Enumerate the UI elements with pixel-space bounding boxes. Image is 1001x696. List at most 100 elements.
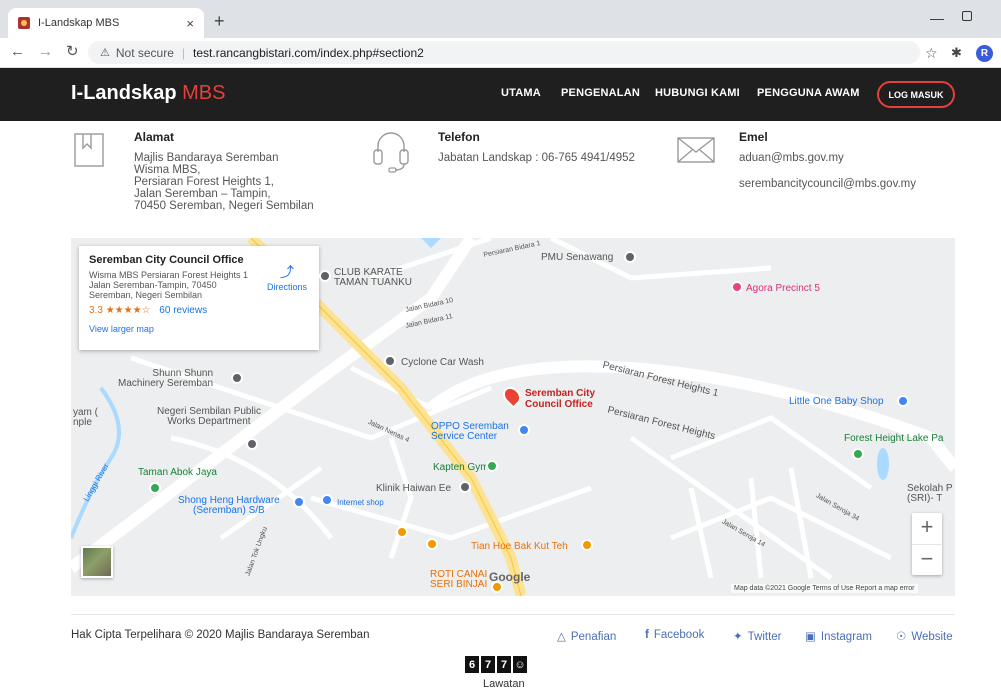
map-pin-icon[interactable] <box>624 251 636 263</box>
disclaimer-link[interactable]: △ Penafian <box>557 629 616 643</box>
back-icon[interactable]: ← <box>10 44 25 60</box>
map-label[interactable]: Internet shop <box>337 498 384 507</box>
warning-icon: △ <box>557 631 566 643</box>
globe-icon: ☉ <box>896 631 907 643</box>
reviews-link[interactable]: 60 reviews <box>159 305 207 316</box>
restaurant-pin-icon[interactable] <box>396 526 408 538</box>
minimize-icon[interactable]: — <box>930 10 944 26</box>
map-pin-icon[interactable] <box>319 270 331 282</box>
address-line: Wisma MBS, <box>134 164 201 176</box>
disclaimer-label: Penafian <box>570 631 617 643</box>
new-tab-icon[interactable]: + <box>214 12 225 30</box>
directions-link[interactable]: Directions <box>267 282 307 292</box>
login-button[interactable]: LOG MASUK <box>877 81 955 108</box>
facebook-link[interactable]: f Facebook <box>645 629 704 641</box>
map-label[interactable]: PMU Senawang <box>541 252 613 263</box>
nav-pengguna-awam[interactable]: PENGGUNA AWAM <box>757 87 860 99</box>
instagram-icon: ▣ <box>805 631 816 643</box>
satellite-toggle[interactable] <box>81 546 113 578</box>
map-label[interactable]: Tian Hoe Bak Kut Teh <box>471 541 568 552</box>
brand-name: I-Landskap <box>71 82 177 104</box>
map-label[interactable]: Negeri Sembilan Public Works Department <box>157 407 261 427</box>
map-label[interactable]: Seremban City Council Office <box>525 388 595 410</box>
park-pin-icon[interactable] <box>852 448 864 460</box>
separator: | <box>181 45 186 60</box>
close-tab-icon[interactable]: × <box>186 16 194 31</box>
bookmark-star-icon[interactable]: ☆ <box>925 45 938 62</box>
forward-icon[interactable]: → <box>38 44 53 60</box>
place-info-card: Seremban City Council Office Wisma MBS P… <box>79 246 319 350</box>
address-line: 70450 Seremban, Negeri Sembilan <box>134 200 314 212</box>
site-favicon-icon <box>18 17 30 29</box>
restaurant-pin-icon[interactable] <box>426 538 438 550</box>
address-bar[interactable]: ⚠ Not secure | test.rancangbistari.com/i… <box>88 41 920 64</box>
extensions-puzzle-icon[interactable]: ✱ <box>951 45 962 61</box>
counter-logo-icon: ☺ <box>513 656 527 673</box>
address-title: Alamat <box>134 130 175 144</box>
map-label[interactable]: yam ( nple <box>73 408 98 428</box>
shopping-pin-icon[interactable] <box>897 395 909 407</box>
map-label[interactable]: Klinik Haiwan Ee <box>376 483 451 494</box>
email-link[interactable]: aduan@mbs.gov.my <box>739 152 844 164</box>
nav-utama[interactable]: UTAMA <box>501 87 541 99</box>
bookmark-icon <box>74 133 104 167</box>
browser-tab[interactable]: I-Landskap MBS × <box>8 8 204 38</box>
map-label[interactable]: Agora Precinct 5 <box>746 283 820 294</box>
profile-avatar-icon[interactable]: R <box>976 45 993 62</box>
map-label[interactable]: OPPO Seremban Service Center <box>431 422 509 442</box>
map-label[interactable]: Cyclone Car Wash <box>401 357 484 368</box>
browser-tabstrip: I-Landskap MBS × + — <box>0 0 1001 38</box>
email-link[interactable]: serembancitycouncil@mbs.gov.my <box>739 178 916 190</box>
reload-icon[interactable]: ↻ <box>66 44 79 60</box>
website-link[interactable]: ☉ Website <box>896 629 953 643</box>
address-line: Jalan Seremban – Tampin, <box>134 188 271 200</box>
maximize-icon[interactable] <box>962 11 972 21</box>
map-attribution[interactable]: Map data ©2021 Google Terms of Use Repor… <box>731 584 918 593</box>
map-label[interactable]: ROTI CANAI SERI BINJAI <box>430 570 487 590</box>
map-label[interactable]: Shong Heng Hardware (Seremban) S/B <box>178 496 280 516</box>
site-logo[interactable]: I-Landskap MBS <box>71 82 225 105</box>
counter-digit: 7 <box>497 656 511 673</box>
place-address: Wisma MBS Persiaran Forest Heights 1 Jal… <box>89 270 249 300</box>
park-pin-icon[interactable] <box>149 482 161 494</box>
map-pin-icon[interactable] <box>459 481 471 493</box>
nav-hubungi-kami[interactable]: HUBUNGI KAMI <box>655 87 740 99</box>
counter-label: Lawatan <box>483 678 525 690</box>
map-label[interactable]: Sekolah P (SRI)- T <box>907 484 953 504</box>
shopping-pin-icon[interactable] <box>293 496 305 508</box>
place-name: Seremban City Council Office <box>89 254 244 266</box>
not-secure-label[interactable]: Not secure <box>116 46 174 60</box>
zoom-out-button[interactable]: − <box>912 544 942 574</box>
embedded-map[interactable]: Seremban City Council Office Wisma MBS P… <box>71 238 955 596</box>
shopping-pin-icon[interactable] <box>518 424 530 436</box>
twitter-icon: ✦ <box>733 631 743 643</box>
instagram-link[interactable]: ▣ Instagram <box>805 629 872 643</box>
brand-accent: MBS <box>182 82 226 104</box>
directions-icon[interactable]: ⤴ <box>280 262 294 282</box>
warning-icon[interactable]: ⚠ <box>100 46 110 59</box>
map-label[interactable]: Little One Baby Shop <box>789 396 884 407</box>
counter-digit: 6 <box>465 656 479 673</box>
site-navbar: I-Landskap MBS UTAMA PENGENALAN HUBUNGI … <box>0 68 1001 121</box>
twitter-link[interactable]: ✦ Twitter <box>733 629 782 643</box>
map-label[interactable]: CLUB KARATE TAMAN TUANKU <box>334 268 412 288</box>
shopping-pin-icon[interactable] <box>731 281 743 293</box>
map-pin-icon[interactable] <box>384 355 396 367</box>
visit-counter: 6 7 7 ☺ <box>465 656 527 673</box>
shopping-pin-icon[interactable] <box>321 494 333 506</box>
map-label[interactable]: Taman Abok Jaya <box>138 467 217 478</box>
gym-pin-icon[interactable] <box>486 460 498 472</box>
map-pin-icon[interactable] <box>246 438 258 450</box>
nav-pengenalan[interactable]: PENGENALAN <box>561 87 640 99</box>
url-text[interactable]: test.rancangbistari.com/index.php#sectio… <box>193 46 424 60</box>
map-label[interactable]: Forest Height Lake Pa <box>844 433 944 444</box>
map-label[interactable]: Kapten Gym <box>433 462 489 473</box>
address-line: Majlis Bandaraya Seremban <box>134 152 279 164</box>
view-larger-map-link[interactable]: View larger map <box>89 324 309 334</box>
zoom-in-button[interactable]: + <box>912 513 942 543</box>
twitter-label: Twitter <box>747 631 782 643</box>
map-pin-icon[interactable] <box>231 372 243 384</box>
restaurant-pin-icon[interactable] <box>581 539 593 551</box>
map-label[interactable]: Shunn Shunn Machinery Seremban <box>118 369 213 389</box>
counter-digit: 7 <box>481 656 495 673</box>
